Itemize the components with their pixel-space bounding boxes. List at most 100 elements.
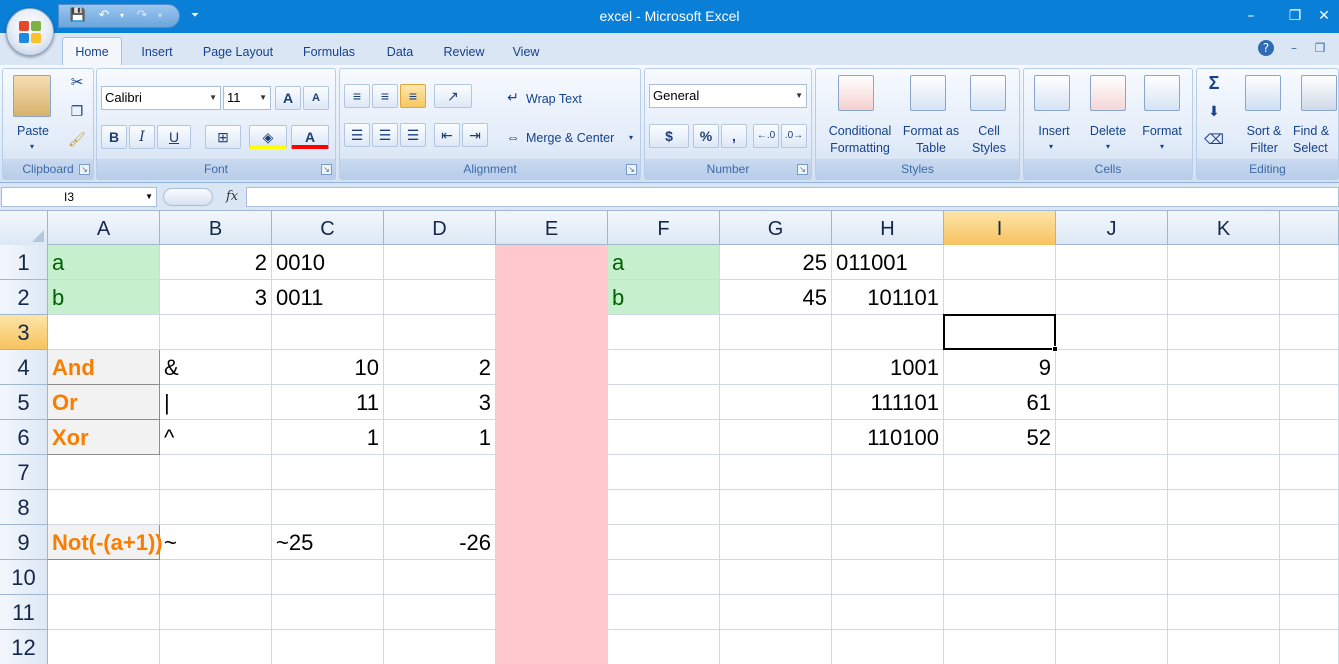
- align-center-icon[interactable]: ☰: [372, 123, 398, 147]
- cell-j5[interactable]: [1056, 385, 1168, 420]
- cell-c8[interactable]: [272, 490, 384, 525]
- cell-overflow[interactable]: [1280, 245, 1339, 280]
- cell-overflow[interactable]: [1280, 280, 1339, 315]
- fill-icon[interactable]: ⬇: [1203, 103, 1225, 119]
- tab-view[interactable]: View: [504, 41, 548, 65]
- orientation-icon[interactable]: ↗: [434, 84, 472, 108]
- conditional-formatting-button[interactable]: Conditional: [820, 123, 900, 139]
- insert-cells-icon[interactable]: [1034, 75, 1070, 111]
- column-header-g[interactable]: G: [720, 211, 832, 245]
- insert-cells-button[interactable]: Insert: [1028, 123, 1080, 139]
- cell-h6[interactable]: 110100: [832, 420, 944, 455]
- cell-g5[interactable]: [720, 385, 832, 420]
- cell-g11[interactable]: [720, 595, 832, 630]
- percent-button[interactable]: %: [693, 124, 719, 148]
- format-as-table-button[interactable]: Format as: [896, 123, 966, 139]
- align-top-icon[interactable]: ≡: [344, 84, 370, 108]
- cell-h10[interactable]: [832, 560, 944, 595]
- cell-d2[interactable]: [384, 280, 496, 315]
- decrease-indent-icon[interactable]: ⇤: [434, 123, 460, 147]
- comma-button[interactable]: ,: [721, 124, 747, 148]
- cell-overflow[interactable]: [1280, 525, 1339, 560]
- cell-f5[interactable]: [608, 385, 720, 420]
- row-header-5[interactable]: 5: [0, 385, 48, 420]
- cell-j12[interactable]: [1056, 630, 1168, 664]
- cell-k4[interactable]: [1168, 350, 1280, 385]
- format-as-table-label[interactable]: Table: [896, 140, 966, 156]
- cell-k12[interactable]: [1168, 630, 1280, 664]
- find-select-label[interactable]: Select: [1293, 140, 1339, 156]
- cell-a1[interactable]: a: [48, 245, 160, 280]
- cell-f12[interactable]: [608, 630, 720, 664]
- cell-f10[interactable]: [608, 560, 720, 595]
- cell-a7[interactable]: [48, 455, 160, 490]
- column-header-a[interactable]: A: [48, 211, 160, 245]
- align-right-icon[interactable]: ☰: [400, 123, 426, 147]
- font-size-combo[interactable]: 11 ▼: [223, 86, 271, 110]
- cell-d6[interactable]: 1: [384, 420, 496, 455]
- cell-d11[interactable]: [384, 595, 496, 630]
- conditional-formatting-label[interactable]: Formatting: [820, 140, 900, 156]
- row-header-2[interactable]: 2: [0, 280, 48, 315]
- cell-f3[interactable]: [608, 315, 720, 350]
- cell-styles-label[interactable]: Styles: [962, 140, 1016, 156]
- shrink-font-button[interactable]: A: [303, 86, 329, 110]
- cell-e5[interactable]: [496, 385, 608, 420]
- align-middle-icon[interactable]: ≡: [372, 84, 398, 108]
- cell-j7[interactable]: [1056, 455, 1168, 490]
- cell-g2[interactable]: 45: [720, 280, 832, 315]
- cell-i3[interactable]: [944, 315, 1056, 350]
- cell-e2[interactable]: [496, 280, 608, 315]
- cell-g10[interactable]: [720, 560, 832, 595]
- cell-f6[interactable]: [608, 420, 720, 455]
- cell-a5[interactable]: Or: [48, 385, 160, 420]
- cell-b4[interactable]: &: [160, 350, 272, 385]
- cell-g8[interactable]: [720, 490, 832, 525]
- cell-b9[interactable]: ~: [160, 525, 272, 560]
- cell-b12[interactable]: [160, 630, 272, 664]
- font-name-combo[interactable]: Calibri ▼: [101, 86, 221, 110]
- delete-dropdown-icon[interactable]: ▾: [1101, 139, 1115, 155]
- formula-input[interactable]: [246, 187, 1339, 207]
- cell-g3[interactable]: [720, 315, 832, 350]
- tab-review[interactable]: Review: [436, 41, 492, 65]
- cell-f11[interactable]: [608, 595, 720, 630]
- cell-overflow[interactable]: [1280, 385, 1339, 420]
- column-header-e[interactable]: E: [496, 211, 608, 245]
- cell-d8[interactable]: [384, 490, 496, 525]
- cell-c10[interactable]: [272, 560, 384, 595]
- cell-overflow[interactable]: [1280, 630, 1339, 664]
- ribbon-minimize-icon[interactable]: –: [1286, 40, 1302, 56]
- cell-h1[interactable]: 011001: [832, 245, 944, 280]
- format-cells-icon[interactable]: [1144, 75, 1180, 111]
- cell-h7[interactable]: [832, 455, 944, 490]
- cell-a3[interactable]: [48, 315, 160, 350]
- cell-i7[interactable]: [944, 455, 1056, 490]
- column-header-i[interactable]: I: [944, 211, 1056, 245]
- format-painter-icon[interactable]: 🖌: [67, 131, 87, 147]
- cell-h4[interactable]: 1001: [832, 350, 944, 385]
- cell-c7[interactable]: [272, 455, 384, 490]
- cell-f1[interactable]: a: [608, 245, 720, 280]
- insert-dropdown-icon[interactable]: ▾: [1044, 139, 1058, 155]
- cell-h5[interactable]: 111101: [832, 385, 944, 420]
- ribbon-restore-icon[interactable]: ❐: [1312, 40, 1328, 56]
- name-box[interactable]: I3 ▼: [1, 187, 157, 207]
- cell-a12[interactable]: [48, 630, 160, 664]
- row-header-3[interactable]: 3: [0, 315, 48, 350]
- cell-j6[interactable]: [1056, 420, 1168, 455]
- cell-j11[interactable]: [1056, 595, 1168, 630]
- increase-decimal-icon[interactable]: ←.0: [753, 124, 779, 148]
- tab-data[interactable]: Data: [378, 41, 422, 65]
- cell-c12[interactable]: [272, 630, 384, 664]
- cell-d7[interactable]: [384, 455, 496, 490]
- row-header-1[interactable]: 1: [0, 245, 48, 280]
- row-header-12[interactable]: 12: [0, 630, 48, 664]
- cell-k3[interactable]: [1168, 315, 1280, 350]
- cell-d3[interactable]: [384, 315, 496, 350]
- cell-styles-button[interactable]: Cell: [962, 123, 1016, 139]
- cell-a8[interactable]: [48, 490, 160, 525]
- cell-g9[interactable]: [720, 525, 832, 560]
- cell-j3[interactable]: [1056, 315, 1168, 350]
- cell-k11[interactable]: [1168, 595, 1280, 630]
